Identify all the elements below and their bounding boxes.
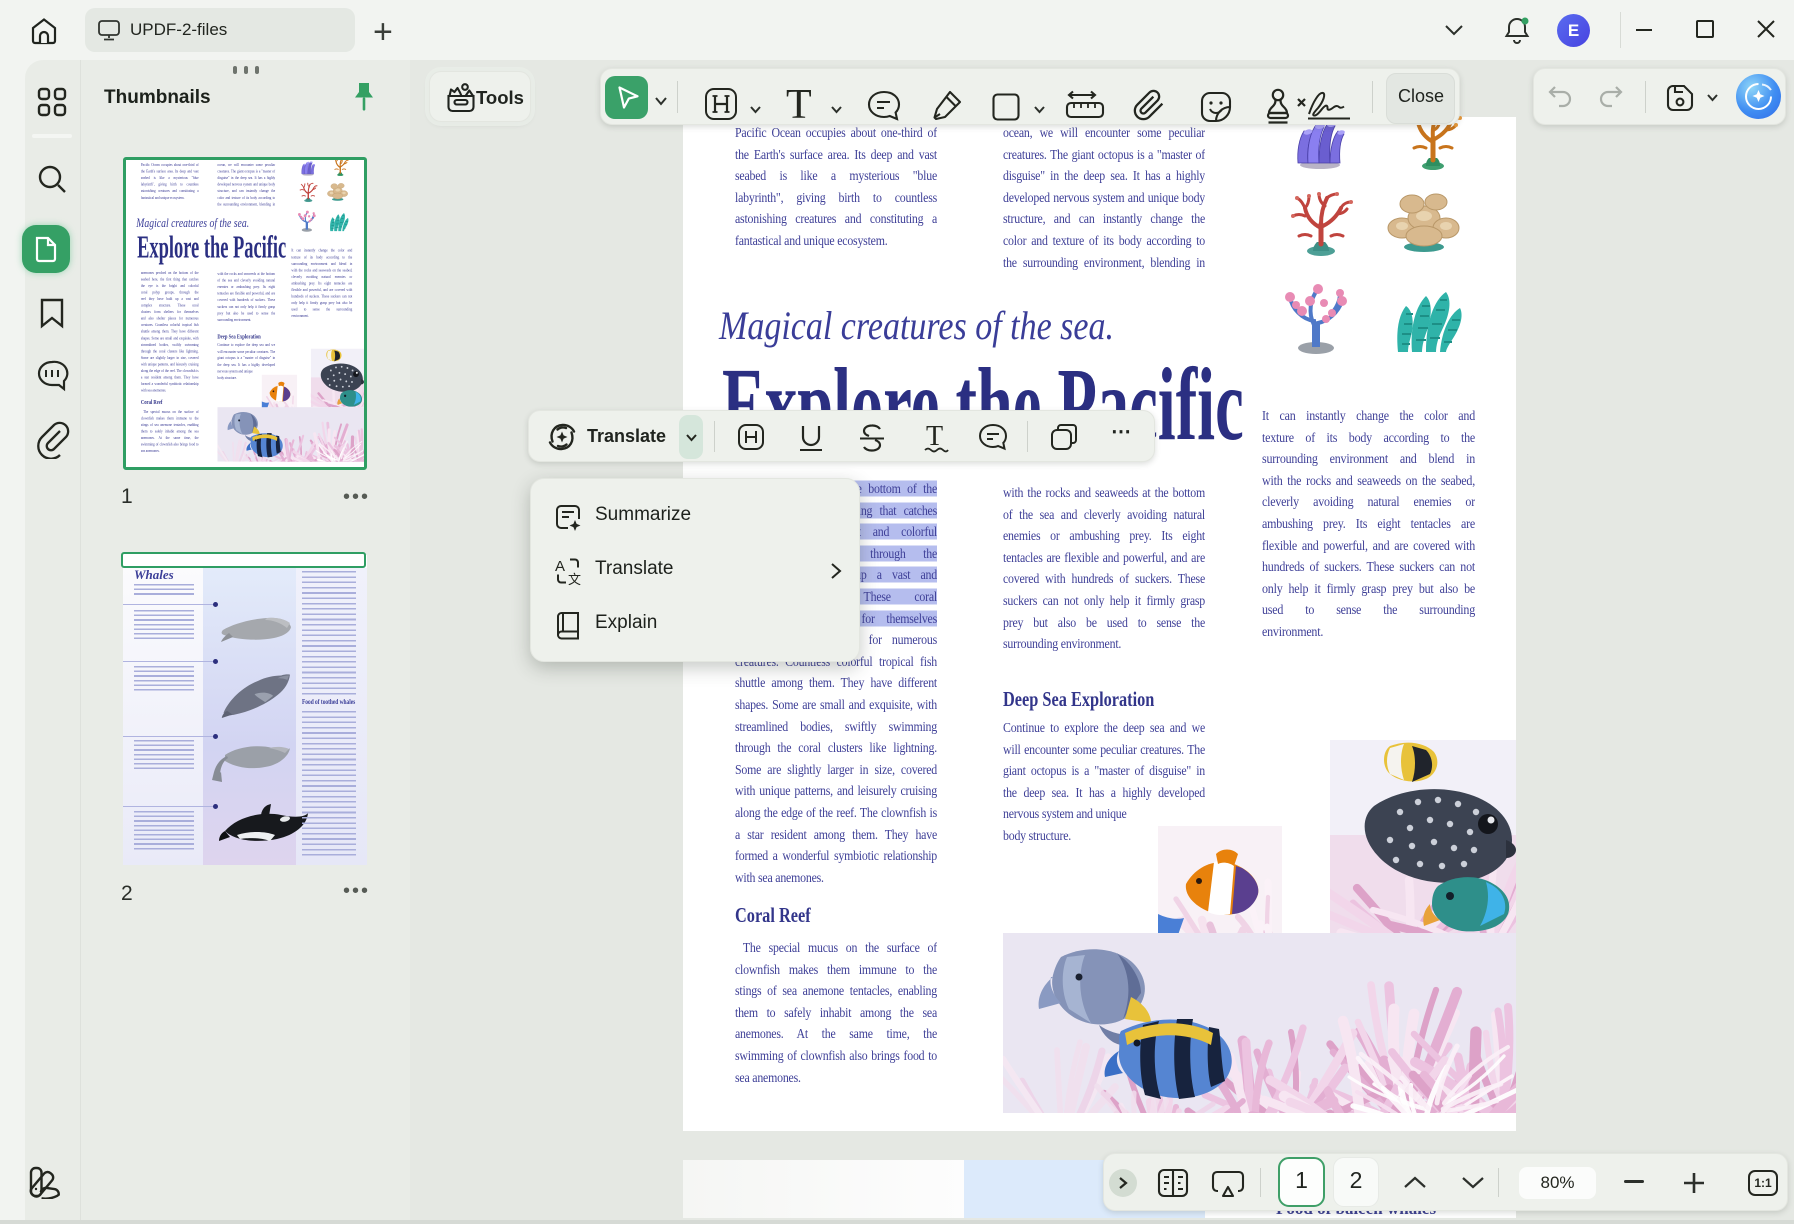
svg-text:文: 文 xyxy=(568,572,581,586)
svg-text:A: A xyxy=(555,558,565,575)
svg-text:T: T xyxy=(786,84,812,124)
